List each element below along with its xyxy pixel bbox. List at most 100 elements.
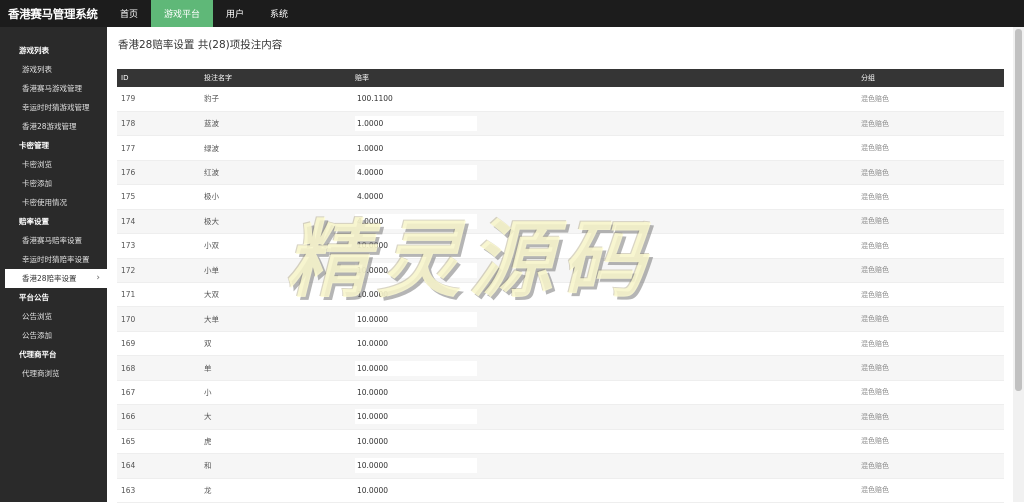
cell-bet-name: 和 xyxy=(204,461,212,471)
cell-group: 混色赔色 xyxy=(861,339,889,348)
cell-id: 163 xyxy=(121,485,136,495)
odds-input[interactable] xyxy=(355,116,477,132)
table-row: 165 虎 混色赔色 xyxy=(117,429,1004,454)
cell-bet-name: 单 xyxy=(204,363,212,373)
table-row: 175 极小 混色赔色 xyxy=(117,185,1004,210)
vertical-scrollbar[interactable] xyxy=(1013,27,1024,502)
cell-bet-name: 小单 xyxy=(204,265,219,275)
sidebar-item[interactable]: 游戏列表 xyxy=(0,60,107,79)
table-row: 166 大 混色赔色 xyxy=(117,404,1004,430)
sidebar: 游戏列表 游戏列表香港赛马游戏管理幸运时时猜游戏管理香港28游戏管理卡密管理卡密浏… xyxy=(0,27,107,502)
cell-id: 174 xyxy=(121,216,136,226)
cell-id: 168 xyxy=(121,363,136,373)
table-row: 170 大单 混色赔色 xyxy=(117,306,1004,332)
sidebar-item[interactable]: 香港28游戏管理 xyxy=(0,117,107,136)
cell-odds xyxy=(351,185,857,209)
table-row: 163 龙 混色赔色 xyxy=(117,478,1004,503)
sidebar-group-heading[interactable]: 游戏列表 xyxy=(0,41,107,60)
sidebar-item-label: 卡密使用情况 xyxy=(22,198,67,207)
odds-input[interactable] xyxy=(355,262,477,278)
sidebar-group-heading[interactable]: 平台公告 xyxy=(0,288,107,307)
topnav-item[interactable]: 首页 xyxy=(107,0,151,27)
sidebar-item[interactable]: 公告添加 xyxy=(0,326,107,345)
cell-odds xyxy=(351,429,857,453)
table-row: 172 小单 混色赔色 xyxy=(117,258,1004,283)
cell-bet-name: 红波 xyxy=(204,168,219,178)
odds-input[interactable] xyxy=(355,238,477,254)
odds-input[interactable] xyxy=(355,482,477,498)
cell-group: 混色赔色 xyxy=(861,119,889,128)
scrollbar-thumb[interactable] xyxy=(1015,29,1022,391)
cell-odds xyxy=(351,136,857,160)
sidebar-item-label: 卡密添加 xyxy=(22,179,52,188)
main-content: 香港28赔率设置 共(28)项投注内容 ID 投注名字 赔率 分组 179豹子混… xyxy=(107,27,1013,503)
cell-bet-name: 极大 xyxy=(204,216,219,226)
sidebar-group-heading[interactable]: 卡密管理 xyxy=(0,136,107,155)
cell-odds xyxy=(351,87,857,111)
sidebar-item[interactable]: 幸运时时猜赔率设置 xyxy=(0,250,107,269)
column-header-group: 分组 xyxy=(861,74,875,82)
topnav-item[interactable]: 系统 xyxy=(257,0,301,27)
cell-id: 164 xyxy=(121,461,136,471)
cell-bet-name: 龙 xyxy=(204,485,212,495)
sidebar-item[interactable]: 公告浏览 xyxy=(0,307,107,326)
sidebar-item-label: 香港28游戏管理 xyxy=(22,122,77,131)
odds-input[interactable] xyxy=(355,360,477,376)
table-header-row: ID 投注名字 赔率 分组 xyxy=(117,69,1004,87)
cell-odds xyxy=(351,160,857,184)
cell-id: 175 xyxy=(121,192,136,202)
table-row: 178 蓝波 混色赔色 xyxy=(117,111,1004,136)
odds-input[interactable] xyxy=(355,409,477,425)
odds-input[interactable] xyxy=(355,213,477,229)
cell-odds xyxy=(351,380,857,404)
topnav-item[interactable]: 用户 xyxy=(213,0,257,27)
cell-id: 176 xyxy=(121,168,136,178)
cell-bet-name: 小 xyxy=(204,387,212,397)
cell-group: 混色赔色 xyxy=(861,241,889,250)
odds-input[interactable] xyxy=(355,311,477,327)
table-row: 179 豹子 混色赔色 xyxy=(117,87,1004,112)
cell-id: 170 xyxy=(121,314,136,324)
sidebar-item-label: 公告浏览 xyxy=(22,312,52,321)
column-header-id: ID xyxy=(121,74,129,82)
odds-input[interactable] xyxy=(355,336,477,352)
cell-id: 169 xyxy=(121,339,136,349)
sidebar-item[interactable]: 香港赛马赔率设置 xyxy=(0,231,107,250)
cell-group: 混色赔色 xyxy=(861,168,889,177)
sidebar-item[interactable]: 卡密添加 xyxy=(0,174,107,193)
cell-group: 混色赔色 xyxy=(861,217,889,226)
odds-input[interactable] xyxy=(355,189,477,205)
sidebar-item[interactable]: 幸运时时猜游戏管理 xyxy=(0,98,107,117)
sidebar-item[interactable]: 香港赛马游戏管理 xyxy=(0,79,107,98)
sidebar-item-label: 香港赛马游戏管理 xyxy=(22,84,82,93)
odds-input[interactable] xyxy=(355,287,477,303)
odds-input[interactable] xyxy=(355,433,477,449)
sidebar-item-label: 公告添加 xyxy=(22,331,52,340)
odds-input[interactable] xyxy=(355,165,477,181)
cell-bet-name: 小双 xyxy=(204,241,219,251)
sidebar-item[interactable]: 代理商浏览 xyxy=(0,364,107,383)
sidebar-item[interactable]: 卡密浏览 xyxy=(0,155,107,174)
sidebar-item-label: 香港赛马赔率设置 xyxy=(22,236,82,245)
sidebar-item-label: 幸运时时猜赔率设置 xyxy=(22,255,90,264)
top-nav: 首页 游戏平台 用户 系统 xyxy=(107,0,301,27)
cell-group: 混色赔色 xyxy=(861,412,889,421)
odds-input[interactable] xyxy=(355,458,477,474)
chevron-right-icon: › xyxy=(96,273,100,283)
topnav-item[interactable]: 游戏平台 xyxy=(151,0,214,27)
sidebar-item-label: 卡密浏览 xyxy=(22,160,52,169)
cell-group: 混色赔色 xyxy=(861,437,889,446)
cell-bet-name: 大双 xyxy=(204,290,219,300)
sidebar-item[interactable]: 香港28赔率设置 › xyxy=(5,269,107,288)
sidebar-group-heading[interactable]: 赔率设置 xyxy=(0,212,107,231)
odds-input[interactable] xyxy=(355,91,477,107)
column-header-odds: 赔率 xyxy=(355,74,369,82)
sidebar-group-heading[interactable]: 代理商平台 xyxy=(0,345,107,364)
table-row: 177 绿波 混色赔色 xyxy=(117,136,1004,161)
cell-odds xyxy=(351,478,857,502)
cell-id: 172 xyxy=(121,265,136,275)
odds-input[interactable] xyxy=(355,140,477,156)
cell-id: 173 xyxy=(121,241,136,251)
sidebar-item[interactable]: 卡密使用情况 xyxy=(0,193,107,212)
odds-input[interactable] xyxy=(355,384,477,400)
